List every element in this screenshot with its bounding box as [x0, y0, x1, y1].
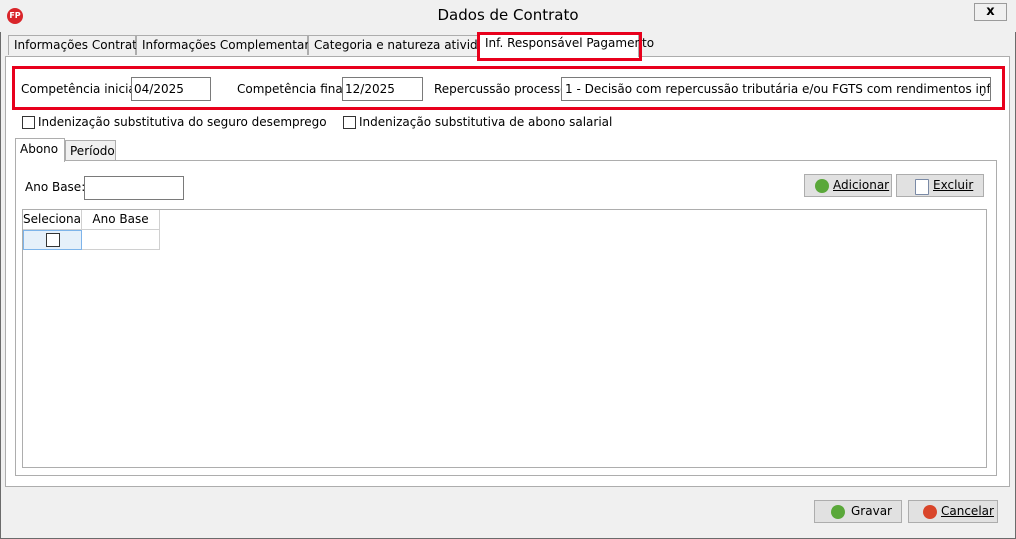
competencia-final-input[interactable]: 12/2025 — [342, 77, 423, 101]
excluir-label: Excluir — [933, 178, 974, 192]
indenizacao-abono-checkbox[interactable] — [343, 116, 356, 129]
cancel-circle-icon — [923, 505, 937, 519]
grid-cell-selecionar[interactable] — [23, 230, 82, 250]
tab-informacoes-contrato[interactable]: Informações Contrato — [8, 35, 144, 55]
repercussao-processo-label: Repercussão processo: — [434, 82, 572, 96]
repercussao-processo-select[interactable]: 1 - Decisão com repercussão tributária e… — [561, 77, 991, 101]
ano-base-input[interactable] — [84, 176, 184, 200]
indenizacao-abono-label: Indenização substitutiva de abono salari… — [359, 115, 613, 129]
cancelar-label: Cancelar — [941, 504, 994, 518]
tab-inf-responsavel-pagamento[interactable]: Inf. Responsável Pagamento — [479, 33, 654, 57]
adicionar-label: Adicionar — [833, 178, 890, 192]
competencia-final-label: Competência final: — [237, 82, 351, 96]
tab-informacoes-complementares[interactable]: Informações Complementares — [136, 35, 323, 55]
window-title: Dados de Contrato — [437, 6, 579, 24]
check-circle-icon — [831, 505, 845, 519]
tab-periodo[interactable]: Período — [65, 140, 116, 161]
close-button[interactable]: x — [974, 3, 1007, 21]
excluir-button[interactable]: Excluir — [896, 174, 984, 197]
adicionar-button[interactable]: Adicionar — [804, 174, 892, 197]
grid-cell-ano-base — [82, 230, 160, 250]
ano-base-grid — [22, 209, 987, 468]
competencia-inicial-label: Competência inicial: — [21, 82, 144, 96]
ano-base-label: Ano Base: — [25, 180, 86, 194]
chevron-down-icon: ⌄ — [977, 86, 987, 99]
indenizacao-seguro-checkbox[interactable] — [22, 116, 35, 129]
title-bar: FP Dados de Contrato x — [0, 0, 1016, 32]
tab-categoria-natureza[interactable]: Categoria e natureza atividade — [308, 35, 500, 55]
indenizacao-seguro-label: Indenização substitutiva do seguro desem… — [38, 115, 327, 129]
cancelar-button[interactable]: Cancelar — [908, 500, 998, 523]
gravar-button[interactable]: Gravar — [814, 500, 902, 523]
plus-circle-icon — [815, 179, 829, 193]
document-delete-icon — [915, 179, 929, 195]
grid-header-selecionar[interactable]: Selecionar — [23, 210, 86, 230]
repercussao-processo-value: 1 - Decisão com repercussão tributária e… — [565, 82, 991, 96]
grid-header-ano-base[interactable]: Ano Base — [82, 210, 160, 230]
competencia-inicial-input[interactable]: 04/2025 — [131, 77, 211, 101]
row-select-checkbox[interactable] — [46, 233, 60, 247]
tab-abono[interactable]: Abono — [15, 138, 65, 162]
gravar-label: Gravar — [851, 504, 892, 518]
